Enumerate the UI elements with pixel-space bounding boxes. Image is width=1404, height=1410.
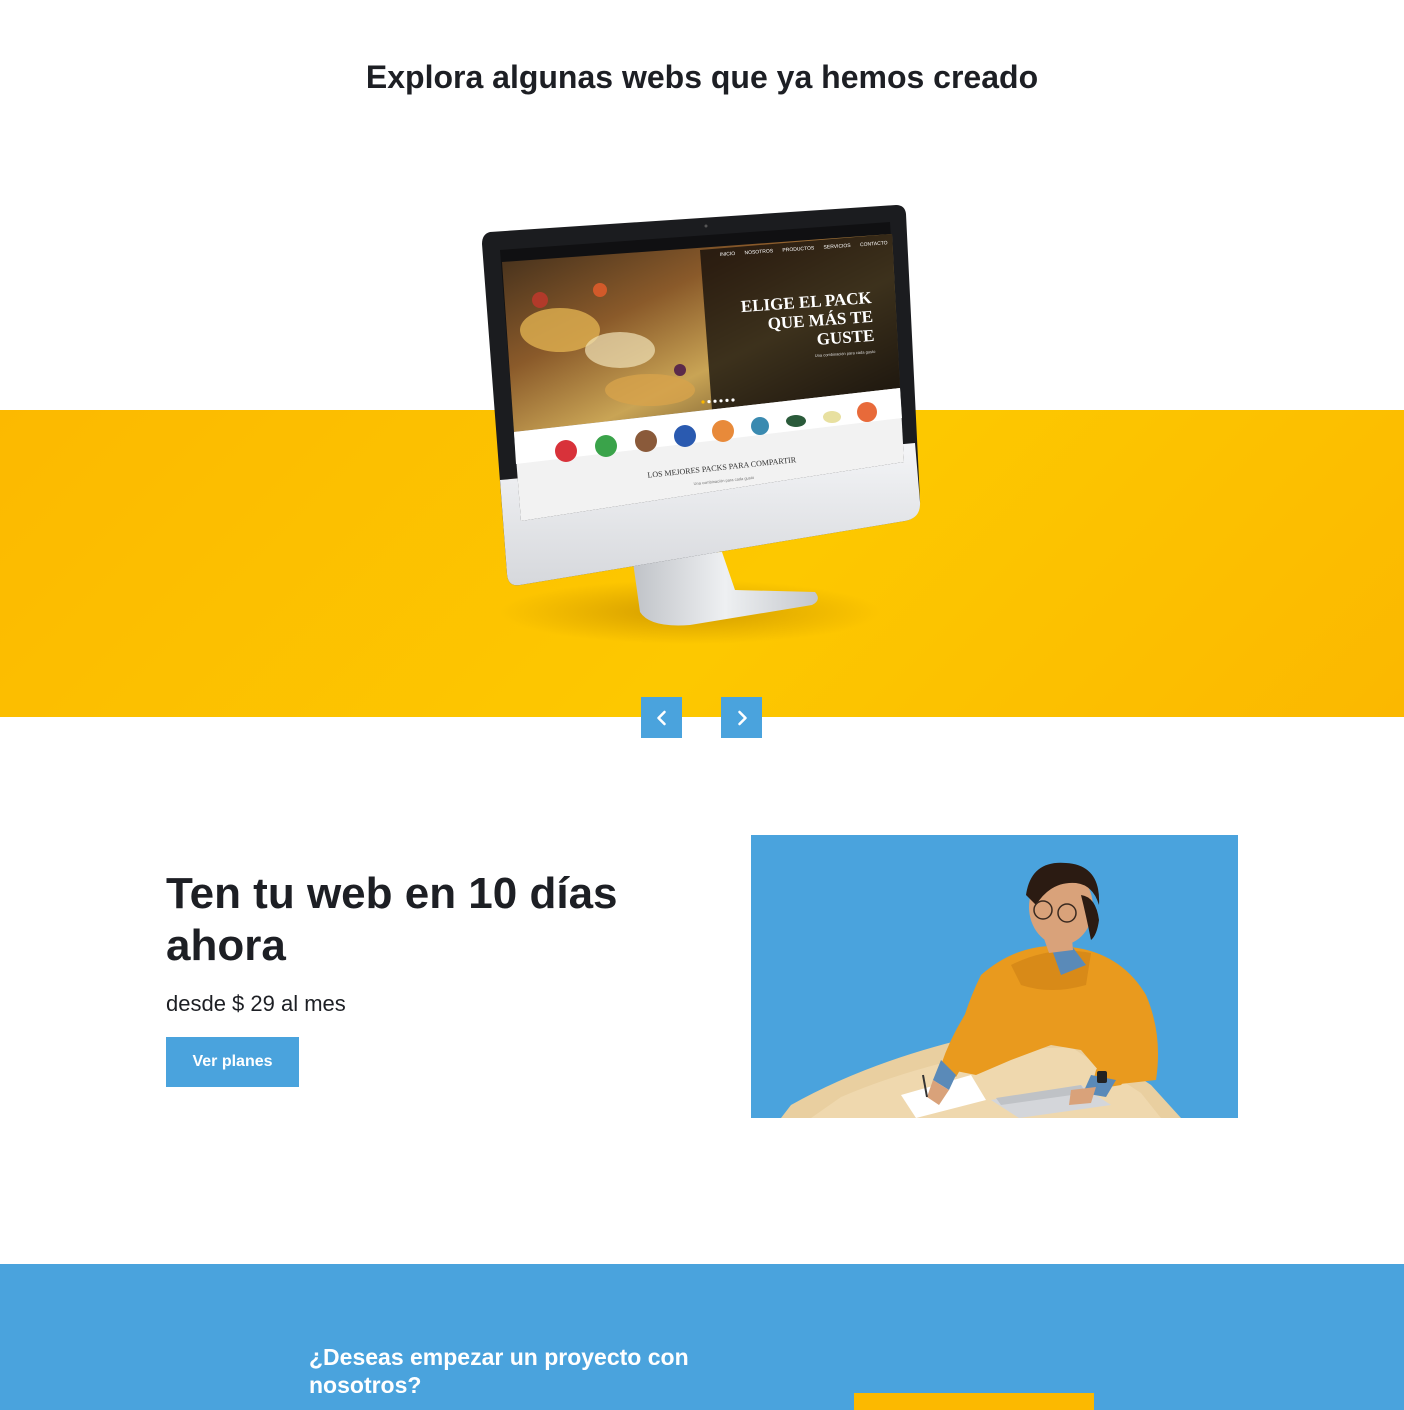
screen-nav: INICIO NOSOTROS PRODUCTOS SERVICIOS CONT… [720, 240, 888, 258]
designer-photo [751, 835, 1238, 1118]
screen-hero-image [502, 234, 900, 432]
screen-slider-dots [701, 398, 735, 404]
view-plans-button[interactable]: Ver planes [166, 1037, 299, 1087]
portfolio-title: Explora algunas webs que ya hemos creado [365, 59, 1039, 95]
svg-text:GUSTE: GUSTE [816, 326, 875, 349]
chevron-left-icon [656, 710, 666, 725]
cta-button[interactable] [854, 1393, 1094, 1410]
svg-text:ELIGE EL PACK: ELIGE EL PACK [740, 288, 873, 316]
screen-headline: ELIGE EL PACK QUE MÁS TE GUSTE Una combi… [740, 288, 877, 358]
svg-text:Una combinación para cada gust: Una combinación para cada gusto [815, 349, 877, 358]
showcase-band [0, 410, 1404, 717]
slider-prev-button[interactable] [641, 697, 682, 738]
slider-next-button[interactable] [721, 697, 762, 738]
promo-title: Ten tu web en 10 días ahora [166, 869, 618, 970]
monitor-camera [704, 224, 708, 228]
chevron-right-icon [737, 710, 747, 725]
svg-text:QUE MÁS TE: QUE MÁS TE [767, 307, 874, 333]
promo-price: desde $ 29 al mes [166, 991, 346, 1016]
cta-title: ¿Deseas empezar un proyecto con nosotros… [309, 1344, 689, 1398]
